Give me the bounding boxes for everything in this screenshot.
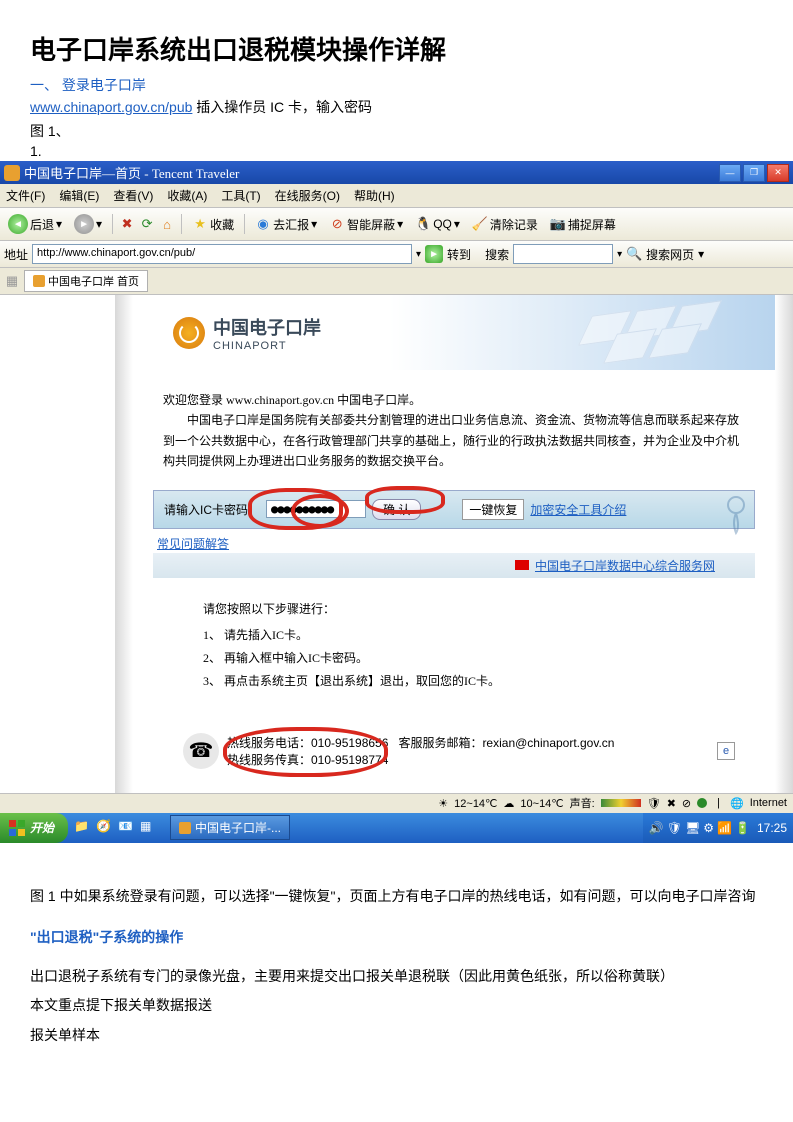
goto-label: 转到 (447, 246, 471, 263)
password-input[interactable]: ●●●●●●●●●● (266, 500, 366, 518)
forward-button[interactable]: ► ▾ (70, 212, 106, 236)
tray-icon[interactable]: 🔊 (649, 821, 664, 835)
tray-icon[interactable]: ⚙ (703, 821, 714, 835)
tray-icon[interactable]: 📶 (717, 821, 732, 835)
menu-view[interactable]: 查看(V) (113, 187, 153, 204)
page-content: 中国电子口岸 CHINAPORT 欢迎您登录 www.chinaport.g (0, 295, 793, 793)
tab-favicon-icon (33, 275, 45, 287)
browser-screenshot: 中国电子口岸—首页 - Tencent Traveler — ❐ ✕ 文件(F)… (0, 161, 793, 843)
window-title: 中国电子口岸—首页 - Tencent Traveler (24, 163, 719, 182)
search-input[interactable] (513, 244, 613, 264)
datacenter-link[interactable]: 中国电子口岸数据中心综合服务网 (535, 557, 715, 574)
refresh-icon[interactable]: ⟳ (139, 216, 155, 232)
decoration-icon (724, 495, 748, 539)
menubar: 文件(F) 编辑(E) 查看(V) 收藏(A) 工具(T) 在线服务(O) 帮助… (0, 184, 793, 208)
task-button[interactable]: 中国电子口岸-... (170, 815, 290, 840)
menu-tools[interactable]: 工具(T) (221, 187, 260, 204)
section-heading: 一、 登录电子口岸 (30, 75, 763, 95)
new-tab-icon[interactable]: ▦ (4, 273, 20, 289)
page-header: 中国电子口岸 CHINAPORT (133, 295, 775, 370)
ql-icon[interactable]: 📁 (74, 819, 92, 837)
chinaport-logo-icon (173, 317, 205, 349)
menu-help[interactable]: 帮助(H) (354, 187, 395, 204)
phone-icon: ☎ (183, 733, 219, 769)
back-button[interactable]: ◄后退 ▾ (4, 212, 66, 236)
app-icon (4, 165, 20, 181)
task-icon (179, 822, 191, 834)
caption-1: 图 1 中如果系统登录有问题，可以选择"一键恢复"，页面上方有电子口岸的热线电话… (30, 885, 763, 909)
window-titlebar: 中国电子口岸—首页 - Tencent Traveler — ❐ ✕ (0, 161, 793, 184)
paragraph: 出口退税子系统有专门的录像光盘，主要用来提交出口报关单退税联（因此用黄色纸张，所… (30, 965, 763, 989)
go-button[interactable]: ► (425, 245, 443, 263)
figure-label: 图 1、 (30, 121, 763, 141)
search-label: 搜索 (485, 246, 509, 263)
ie-logo-icon: e (717, 742, 735, 760)
logo-text-en: CHINAPORT (213, 340, 321, 352)
browser-statusbar: ☀12~14℃ ☁10~14℃ 声音: 🛡✖⊘ | 🌐Internet (0, 793, 793, 813)
hotline-block: ☎ 热线服务电话：010-95198656 客服服务邮箱：rexian@chin… (183, 733, 745, 769)
menu-edit[interactable]: 编辑(E) (59, 187, 99, 204)
windows-logo-icon (8, 819, 26, 837)
chinaport-url[interactable]: www.chinaport.gov.cn/pub (30, 99, 192, 115)
sub-heading: "出口退税"子系统的操作 (30, 927, 763, 947)
ql-icon[interactable]: ▦ (140, 819, 158, 837)
menu-online[interactable]: 在线服务(O) (275, 187, 340, 204)
address-input[interactable]: http://www.chinaport.gov.cn/pub/ (32, 244, 412, 264)
tray-icon[interactable]: 🖥 (685, 821, 700, 835)
menu-file[interactable]: 文件(F) (6, 187, 45, 204)
maximize-button[interactable]: ❐ (743, 164, 765, 182)
url-line: www.chinaport.gov.cn/pub 插入操作员 IC 卡，输入密码 (30, 97, 763, 117)
qq-button[interactable]: 🐧QQ ▾ (411, 214, 464, 234)
paragraph: 报关单样本 (30, 1024, 763, 1048)
close-button[interactable]: ✕ (767, 164, 789, 182)
capture-button[interactable]: 📷捕捉屏幕 (546, 214, 620, 235)
address-bar: 地址 http://www.chinaport.gov.cn/pub/ ▾ ► … (0, 241, 793, 268)
search-icon[interactable]: 🔍 (626, 246, 642, 262)
tab-bar: ▦ 中国电子口岸 首页 (0, 268, 793, 295)
figure-num: 1. (30, 143, 763, 159)
system-tray: 🔊 🛡 🖥 ⚙ 📶 🔋 17:25 (643, 813, 793, 843)
confirm-button[interactable]: 确 认 (372, 499, 421, 520)
huibao-button[interactable]: ◉去汇报 ▾ (251, 214, 321, 235)
password-label: 请输入IC卡密码： (164, 501, 260, 518)
minimize-button[interactable]: — (719, 164, 741, 182)
menu-fav[interactable]: 收藏(A) (167, 187, 207, 204)
faq-link[interactable]: 常见问题解答 (157, 535, 229, 552)
favorites-button[interactable]: ★收藏 (188, 214, 238, 235)
intro-text: 欢迎您登录 www.chinaport.gov.cn 中国电子口岸。 中国电子口… (133, 370, 775, 484)
start-button[interactable]: 开始 (0, 813, 68, 843)
encryption-link[interactable]: 加密安全工具介绍 (530, 501, 626, 518)
doc-title: 电子口岸系统出口退税模块操作详解 (30, 30, 763, 67)
clock: 17:25 (757, 821, 787, 835)
address-label: 地址 (4, 246, 28, 263)
flag-icon (515, 560, 529, 570)
restore-button[interactable]: 一键恢复 (462, 499, 524, 520)
home-icon[interactable]: ⌂ (159, 216, 175, 232)
search-page-label: 搜索网页 (646, 246, 694, 263)
clear-button[interactable]: 🧹清除记录 (468, 214, 542, 235)
datacenter-bar: 中国电子口岸数据中心综合服务网 (153, 553, 755, 578)
ql-icon[interactable]: 🧭 (96, 819, 114, 837)
stop-icon[interactable]: ✖ (119, 216, 135, 232)
steps-block: 请您按照以下步骤进行： 1、 请先插入IC卡。 2、 再输入框中输入IC卡密码。… (133, 588, 775, 713)
windows-taskbar: 开始 📁 🧭 📧 ▦ 中国电子口岸-... 🔊 🛡 🖥 ⚙ 📶 🔋 17:25 (0, 813, 793, 843)
ql-icon[interactable]: 📧 (118, 819, 136, 837)
paragraph: 本文重点提下报关单数据报送 (30, 994, 763, 1018)
browser-tab[interactable]: 中国电子口岸 首页 (24, 270, 148, 292)
url-suffix: 插入操作员 IC 卡，输入密码 (192, 99, 372, 115)
toolbar: ◄后退 ▾ ► ▾ ✖ ⟳ ⌂ ★收藏 ◉去汇报 ▾ ⊘智能屏蔽 ▾ 🐧QQ ▾… (0, 208, 793, 241)
keyboard-graphic (575, 303, 755, 358)
login-bar: 请输入IC卡密码： ●●●●●●●●●● 确 认 一键恢复 加密安全工具介绍 (153, 490, 755, 529)
tray-icon[interactable]: 🔋 (735, 821, 750, 835)
block-button[interactable]: ⊘智能屏蔽 ▾ (325, 214, 407, 235)
tray-icon[interactable]: 🛡 (667, 821, 682, 835)
logo-text-cn: 中国电子口岸 (213, 314, 321, 340)
quick-launch: 📁 🧭 📧 ▦ (68, 819, 164, 837)
